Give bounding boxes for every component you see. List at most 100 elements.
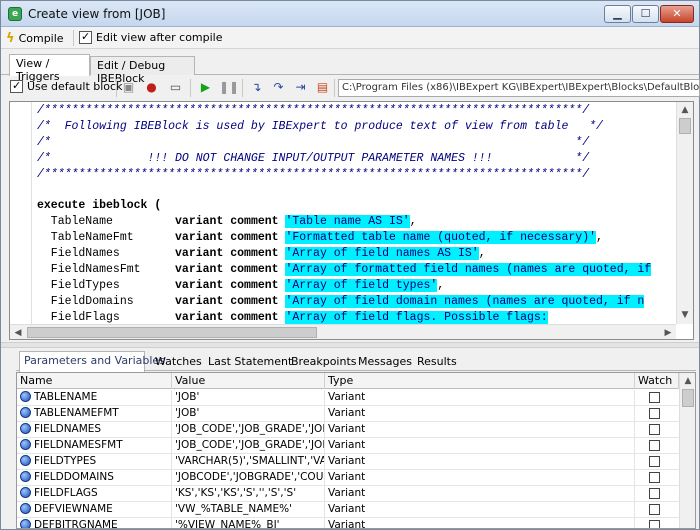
tab-breakpoints[interactable]: Breakpoints	[287, 353, 361, 371]
toolbar-separator	[73, 30, 74, 46]
tab-view-triggers[interactable]: View / Triggers	[9, 54, 90, 83]
scroll-thumb[interactable]	[679, 118, 691, 134]
cell-type: Variant	[325, 518, 635, 528]
table-row[interactable]: DEFBITRGNAME '%VIEW_NAME%_BI' Variant	[17, 518, 679, 528]
maximize-button[interactable]: ☐	[632, 5, 659, 23]
cell-name-text: FIELDTYPES	[34, 455, 97, 467]
code-line: FieldFlags variant comment 'Array of fie…	[37, 310, 677, 324]
close-button[interactable]: ✕	[660, 5, 694, 23]
watch-checkbox[interactable]	[649, 392, 660, 403]
cell-value[interactable]: 'JOB'	[172, 406, 325, 422]
column-header-value[interactable]: Value	[172, 373, 325, 389]
code-line: /* Following IBEBlock is used by IBExper…	[37, 119, 677, 135]
tab-last-statement[interactable]: Last Statement	[204, 353, 296, 371]
parameters-grid: Name Value Type Watch TABLENAME 'JOB' Vari…	[16, 372, 696, 529]
cell-type: Variant	[325, 438, 635, 454]
table-row[interactable]: FIELDNAMESFMT 'JOB_CODE','JOB_GRADE','JOB…	[17, 438, 679, 454]
evaluate-icon[interactable]: ▤	[314, 79, 331, 96]
cell-value[interactable]: 'KS','KS','KS','S','','S','S'	[172, 486, 325, 502]
grid-vertical-scrollbar[interactable]: ▲	[679, 373, 695, 528]
scroll-thumb[interactable]	[682, 389, 694, 407]
table-row[interactable]: FIELDNAMES 'JOB_CODE','JOB_GRADE','JOB...…	[17, 422, 679, 438]
column-header-name[interactable]: Name	[17, 373, 172, 389]
watch-checkbox[interactable]	[649, 408, 660, 419]
step-over-icon[interactable]: ↷	[270, 79, 287, 96]
minimize-button[interactable]: ▁	[604, 5, 631, 23]
tab-results[interactable]: Results	[413, 353, 461, 371]
scroll-up-icon[interactable]: ▲	[680, 373, 695, 389]
watch-checkbox[interactable]	[649, 488, 660, 499]
cell-name: FIELDFLAGS	[17, 486, 172, 502]
run-icon[interactable]: ▶	[197, 79, 214, 96]
column-header-watch[interactable]: Watch	[635, 373, 679, 389]
table-row[interactable]: FIELDDOMAINS 'JOBCODE','JOBGRADE','COUN..…	[17, 470, 679, 486]
use-default-block-option[interactable]: Use default block	[10, 79, 122, 93]
edit-after-compile-checkbox[interactable]	[79, 30, 92, 44]
editor-gutter	[10, 102, 32, 324]
pause-icon[interactable]: ❚❚	[219, 79, 239, 96]
code-token: variant comment	[175, 294, 286, 308]
window-icon[interactable]: ▭	[167, 79, 184, 96]
table-row[interactable]: DEFVIEWNAME 'VW_%TABLE_NAME%' Variant	[17, 502, 679, 518]
cell-name: FIELDDOMAINS	[17, 470, 172, 486]
use-default-block-checkbox[interactable]	[10, 79, 23, 93]
compile-button[interactable]: ϟ Compile	[6, 29, 64, 47]
watch-checkbox[interactable]	[649, 440, 660, 451]
cell-name-text: TABLENAMEFMT	[34, 407, 119, 419]
table-row[interactable]: TABLENAMEFMT 'JOB' Variant	[17, 406, 679, 422]
editor-horizontal-scrollbar[interactable]: ◀ ▶	[10, 324, 676, 339]
cell-name: FIELDNAMESFMT	[17, 438, 172, 454]
code-string: 'Formatted table name (quoted, if necess…	[285, 231, 597, 245]
tab-watches[interactable]: Watches	[151, 353, 206, 371]
cell-value[interactable]: 'VW_%TABLE_NAME%'	[172, 502, 325, 518]
block-path-field[interactable]: C:\Program Files (x86)\IBExpert KG\IBExp…	[338, 79, 700, 97]
title-bar[interactable]: e Create view from [JOB] ▁ ☐ ✕	[1, 1, 699, 27]
scroll-left-icon[interactable]: ◀	[10, 325, 26, 339]
editor-vertical-scrollbar[interactable]: ▲ ▼	[676, 102, 693, 324]
code-text[interactable]: /***************************************…	[37, 103, 677, 324]
toolbar-separator	[334, 79, 335, 97]
cell-value[interactable]: 'JOBCODE','JOBGRADE','COUN...	[172, 470, 325, 486]
panel-splitter[interactable]	[1, 342, 699, 348]
save-icon[interactable]: ▣	[120, 79, 137, 96]
add-breakpoint-icon[interactable]: ●	[143, 79, 160, 96]
table-row[interactable]: FIELDTYPES 'VARCHAR(5)','SMALLINT','VAR..…	[17, 454, 679, 470]
step-into-icon[interactable]: ↴	[248, 79, 265, 96]
tab-messages[interactable]: Messages	[354, 353, 416, 371]
cell-name-text: FIELDNAMES	[34, 423, 102, 435]
code-token: ,	[409, 215, 417, 229]
code-line: TableName variant comment 'Table name AS…	[37, 214, 677, 230]
toolbar-separator	[190, 79, 191, 97]
variable-icon	[20, 455, 31, 466]
watch-checkbox[interactable]	[649, 520, 660, 528]
run-to-cursor-icon[interactable]: ⇥	[292, 79, 309, 96]
scroll-up-icon[interactable]: ▲	[677, 102, 693, 118]
code-token: variant comment	[175, 247, 286, 261]
cell-type: Variant	[325, 470, 635, 486]
tab-edit-debug-ibeblock[interactable]: Edit / Debug IBEBlock	[90, 56, 195, 85]
column-header-type[interactable]: Type	[325, 373, 635, 389]
cell-value[interactable]: 'JOB_CODE','JOB_GRADE','JOB...	[172, 438, 325, 454]
scroll-down-icon[interactable]: ▼	[677, 307, 693, 323]
code-token: TableName	[37, 215, 176, 229]
code-comment: /***************************************…	[37, 167, 590, 181]
edit-after-compile-label: Edit view after compile	[96, 31, 223, 44]
cell-value[interactable]: 'VARCHAR(5)','SMALLINT','VAR...	[172, 454, 325, 470]
code-string: 'Table name AS IS'	[285, 215, 410, 229]
watch-checkbox[interactable]	[649, 504, 660, 515]
tab-parameters-and-variables[interactable]: Parameters and Variables	[19, 351, 165, 372]
watch-checkbox[interactable]	[649, 456, 660, 467]
code-line: FieldNames variant comment 'Array of fie…	[37, 246, 677, 262]
watch-checkbox[interactable]	[649, 472, 660, 483]
table-row[interactable]: FIELDFLAGS 'KS','KS','KS','S','','S','S' V…	[17, 486, 679, 502]
watch-checkbox[interactable]	[649, 424, 660, 435]
scroll-thumb[interactable]	[27, 327, 317, 338]
cell-value[interactable]: '%VIEW_NAME%_BI'	[172, 518, 325, 528]
edit-after-compile-option[interactable]: Edit view after compile	[79, 30, 223, 44]
table-row[interactable]: TABLENAME 'JOB' Variant	[17, 390, 679, 406]
code-line: /* */	[37, 135, 677, 151]
cell-value[interactable]: 'JOB_CODE','JOB_GRADE','JOB...	[172, 422, 325, 438]
scroll-right-icon[interactable]: ▶	[660, 325, 676, 339]
code-editor[interactable]: /***************************************…	[9, 101, 694, 340]
cell-value[interactable]: 'JOB'	[172, 390, 325, 406]
